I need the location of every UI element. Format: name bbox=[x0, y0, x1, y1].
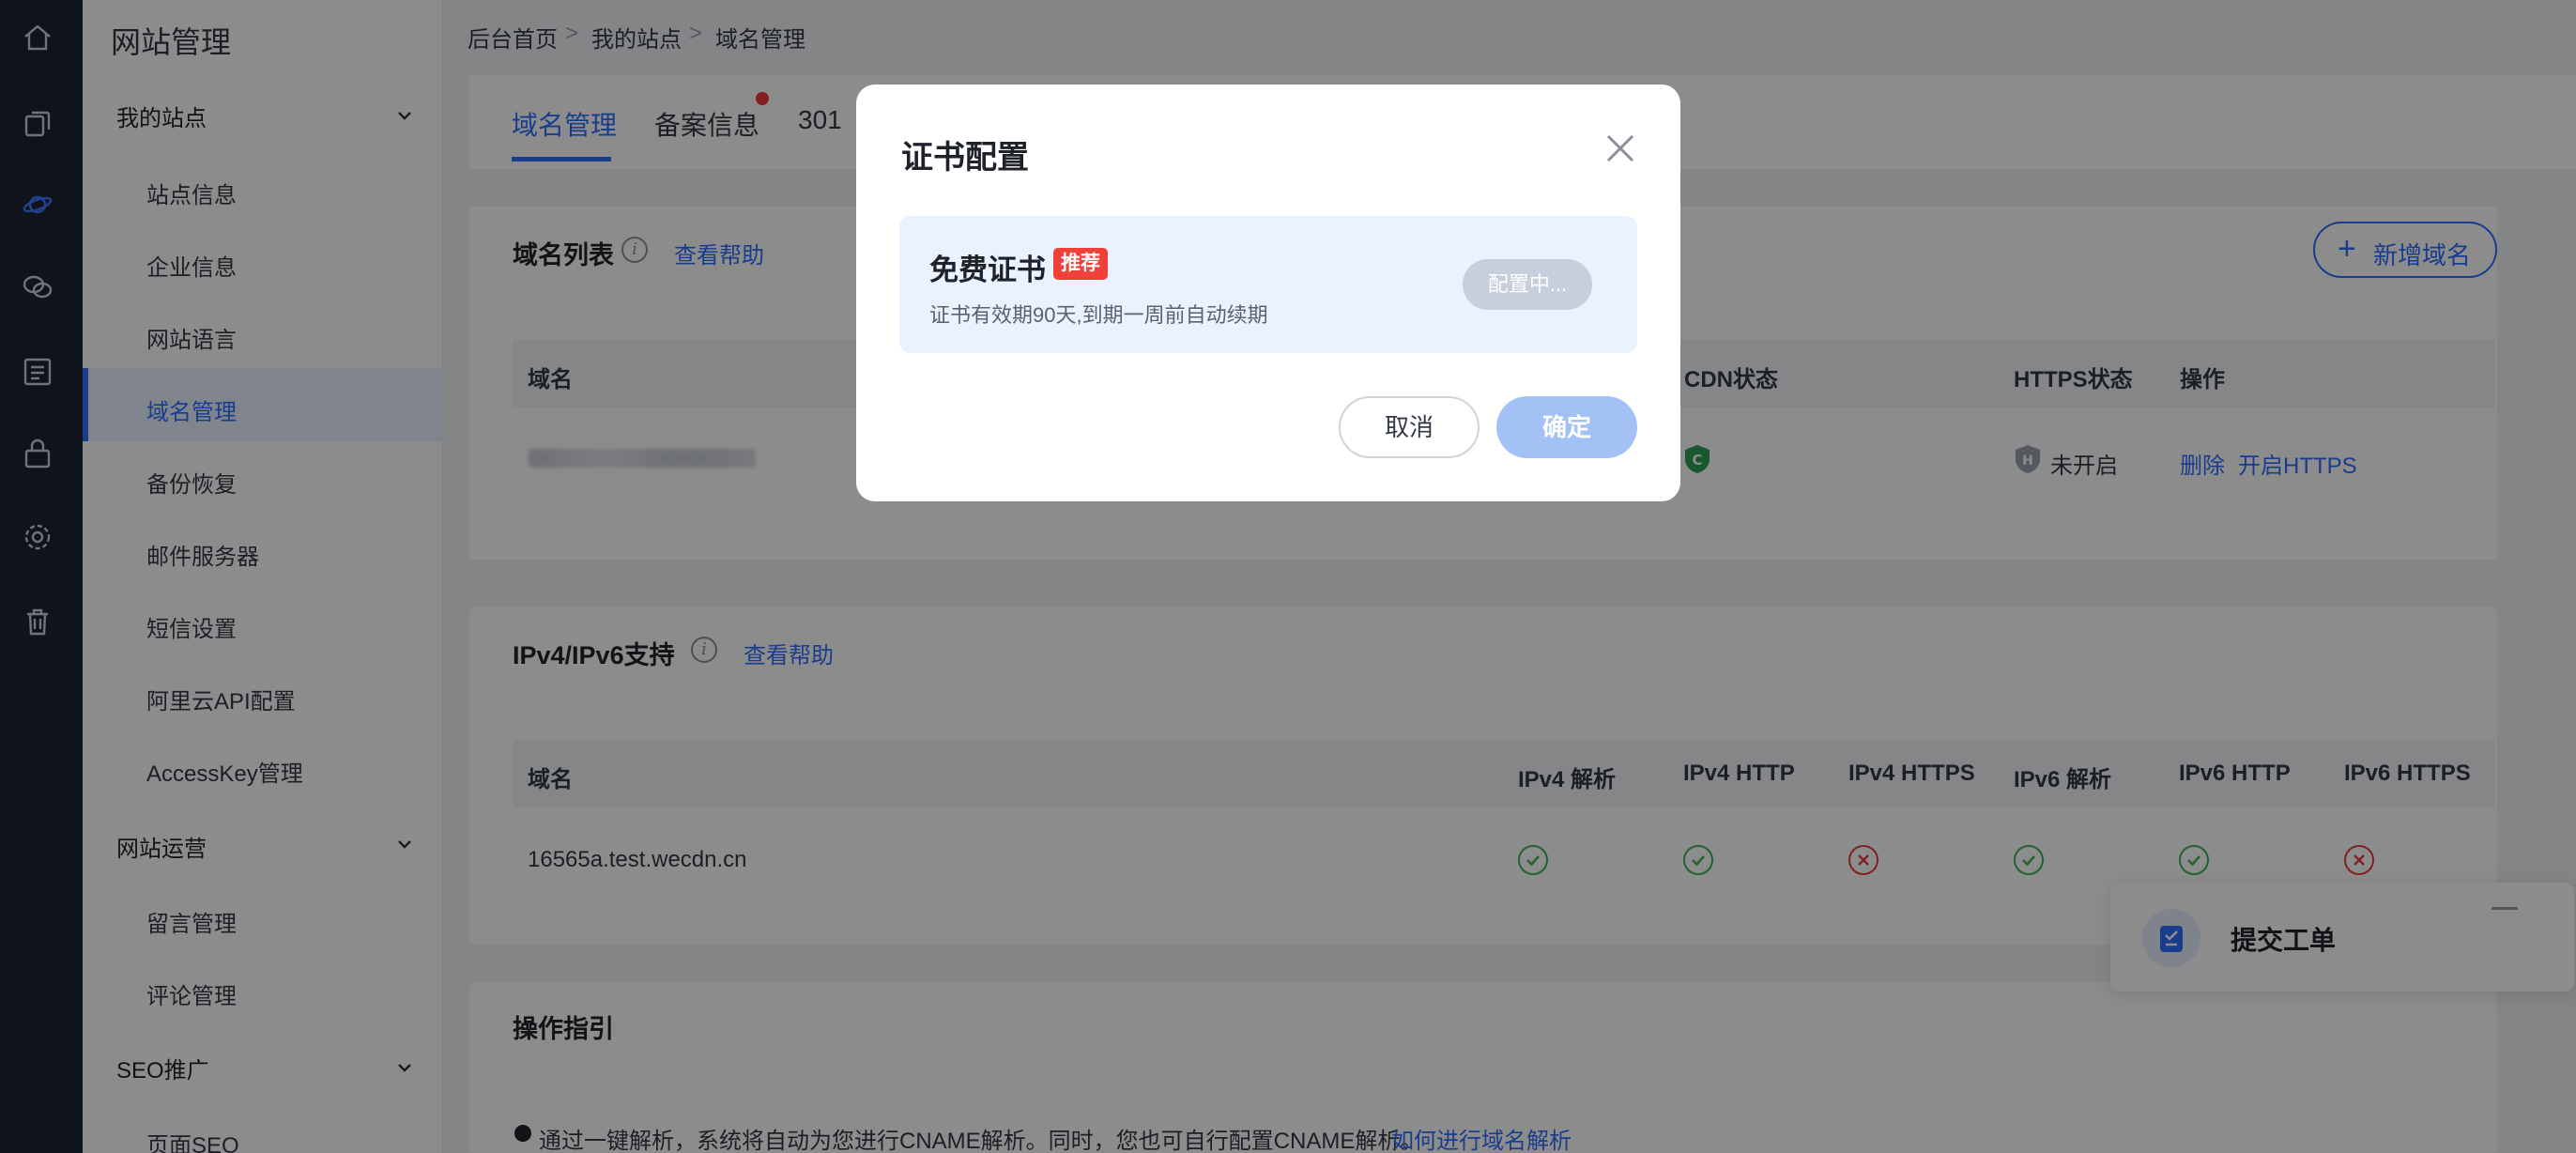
close-icon[interactable] bbox=[1603, 131, 1637, 165]
recommend-badge: 推荐 bbox=[1053, 248, 1108, 280]
cert-title: 免费证书 bbox=[929, 254, 1046, 286]
confirm-button[interactable]: 确定 bbox=[1496, 396, 1637, 458]
certificate-modal: 证书配置 免费证书 推荐 证书有效期90天,到期一周前自动续期 配置中... 取… bbox=[856, 85, 1680, 501]
free-cert-option: 免费证书 推荐 证书有效期90天,到期一周前自动续期 配置中... bbox=[899, 216, 1637, 353]
configuring-button[interactable]: 配置中... bbox=[1463, 259, 1592, 310]
cancel-button[interactable]: 取消 bbox=[1339, 396, 1480, 458]
cert-description: 证书有效期90天,到期一周前自动续期 bbox=[929, 303, 1268, 327]
modal-title: 证书配置 bbox=[901, 140, 1029, 176]
